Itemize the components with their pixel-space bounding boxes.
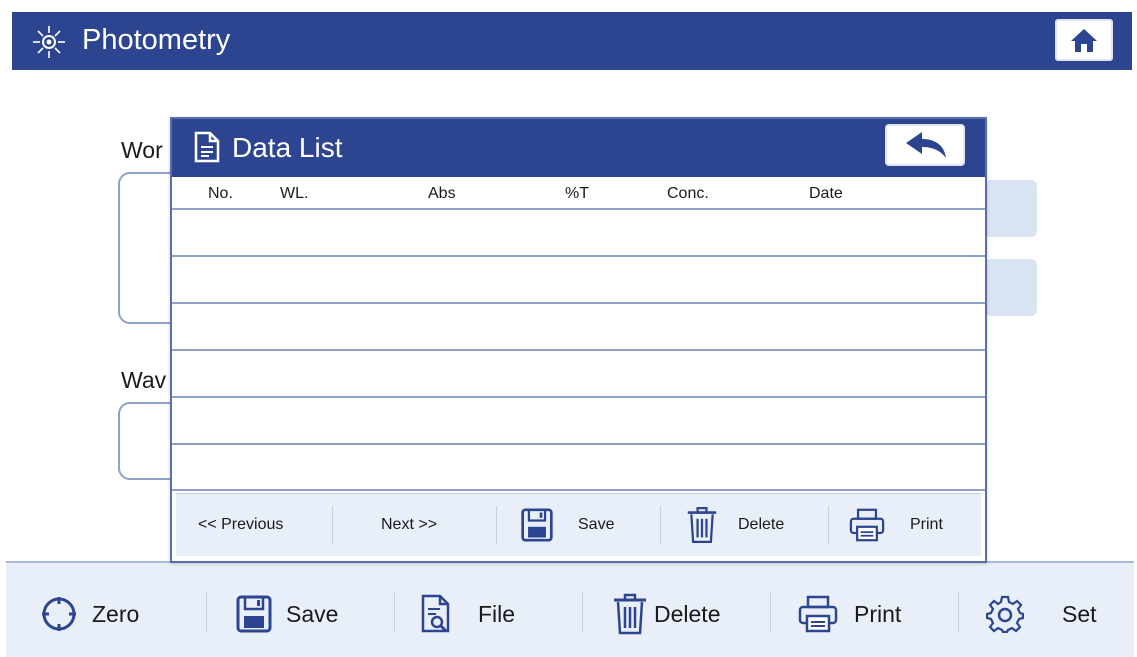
dialog-delete-button[interactable]: Delete bbox=[686, 507, 785, 543]
toolbar-divider bbox=[394, 591, 395, 633]
dialog-title: Data List bbox=[232, 132, 343, 163]
set-button[interactable]: Set bbox=[986, 594, 1097, 634]
toolbar-divider bbox=[206, 591, 207, 633]
column-header-transmittance: %T bbox=[565, 185, 589, 202]
printer-icon bbox=[849, 508, 885, 542]
column-header-wl: WL. bbox=[280, 185, 309, 202]
background-tile-2[interactable] bbox=[985, 259, 1037, 316]
back-button[interactable] bbox=[885, 124, 965, 166]
table-row[interactable] bbox=[172, 210, 985, 254]
target-icon bbox=[42, 597, 76, 631]
footer-divider bbox=[496, 506, 497, 544]
sun-icon bbox=[33, 26, 65, 58]
floppy-disk-icon bbox=[521, 508, 553, 542]
gear-icon bbox=[986, 595, 1024, 633]
zero-button[interactable]: Zero bbox=[40, 594, 139, 634]
footer-divider bbox=[332, 506, 333, 544]
home-icon bbox=[1071, 29, 1097, 52]
floppy-disk-icon bbox=[236, 595, 272, 633]
set-label: Set bbox=[1062, 600, 1097, 627]
column-header-abs: Abs bbox=[428, 185, 456, 202]
toolbar-divider bbox=[958, 591, 959, 633]
dialog-delete-label: Delete bbox=[738, 516, 785, 533]
page-title: Photometry bbox=[82, 24, 231, 56]
dialog-print-label: Print bbox=[910, 516, 943, 533]
dialog-header: Data List bbox=[172, 119, 985, 177]
file-button[interactable]: File bbox=[420, 594, 515, 634]
delete-label: Delete bbox=[654, 600, 721, 627]
delete-button[interactable]: Delete bbox=[612, 593, 721, 635]
column-header-date: Date bbox=[809, 185, 843, 202]
table-row[interactable] bbox=[172, 398, 985, 442]
background-tile-1[interactable] bbox=[985, 180, 1037, 237]
file-search-icon bbox=[421, 594, 450, 633]
print-button[interactable]: Print bbox=[798, 594, 901, 634]
bottom-toolbar: Zero Save File Delete Print Set bbox=[6, 561, 1134, 657]
zero-label: Zero bbox=[92, 600, 140, 627]
table-row[interactable] bbox=[172, 351, 985, 395]
home-button[interactable] bbox=[1055, 19, 1113, 61]
document-icon bbox=[194, 131, 220, 163]
toolbar-divider bbox=[770, 591, 771, 633]
dialog-save-label: Save bbox=[578, 516, 615, 533]
file-label: File bbox=[478, 600, 516, 627]
next-button[interactable]: Next >> bbox=[381, 508, 437, 542]
print-label: Print bbox=[854, 600, 902, 627]
trash-icon bbox=[687, 507, 717, 543]
row-divider bbox=[172, 489, 985, 491]
toolbar-divider bbox=[582, 591, 583, 633]
trash-icon bbox=[614, 593, 646, 635]
background-label-work: Wor bbox=[121, 137, 163, 163]
column-header-conc: Conc. bbox=[667, 185, 709, 202]
back-arrow-icon bbox=[906, 132, 946, 158]
footer-divider bbox=[828, 506, 829, 544]
previous-button[interactable]: << Previous bbox=[198, 508, 283, 542]
save-label: Save bbox=[286, 600, 339, 627]
column-header-no: No. bbox=[208, 185, 233, 202]
table-row[interactable] bbox=[172, 304, 985, 348]
data-list-dialog: Data List No. WL. Abs %T Conc. Date << P… bbox=[170, 117, 987, 563]
table-row[interactable] bbox=[172, 445, 985, 489]
title-bar: Photometry bbox=[12, 12, 1132, 70]
footer-divider bbox=[660, 506, 661, 544]
dialog-save-button[interactable]: Save bbox=[520, 508, 614, 542]
printer-icon bbox=[798, 595, 838, 633]
table-row[interactable] bbox=[172, 257, 985, 301]
dialog-print-button[interactable]: Print bbox=[848, 508, 943, 542]
background-label-wave: Wav bbox=[121, 367, 167, 393]
dialog-footer: << Previous Next >> Save Delete Print bbox=[176, 493, 981, 556]
save-button[interactable]: Save bbox=[236, 594, 338, 634]
